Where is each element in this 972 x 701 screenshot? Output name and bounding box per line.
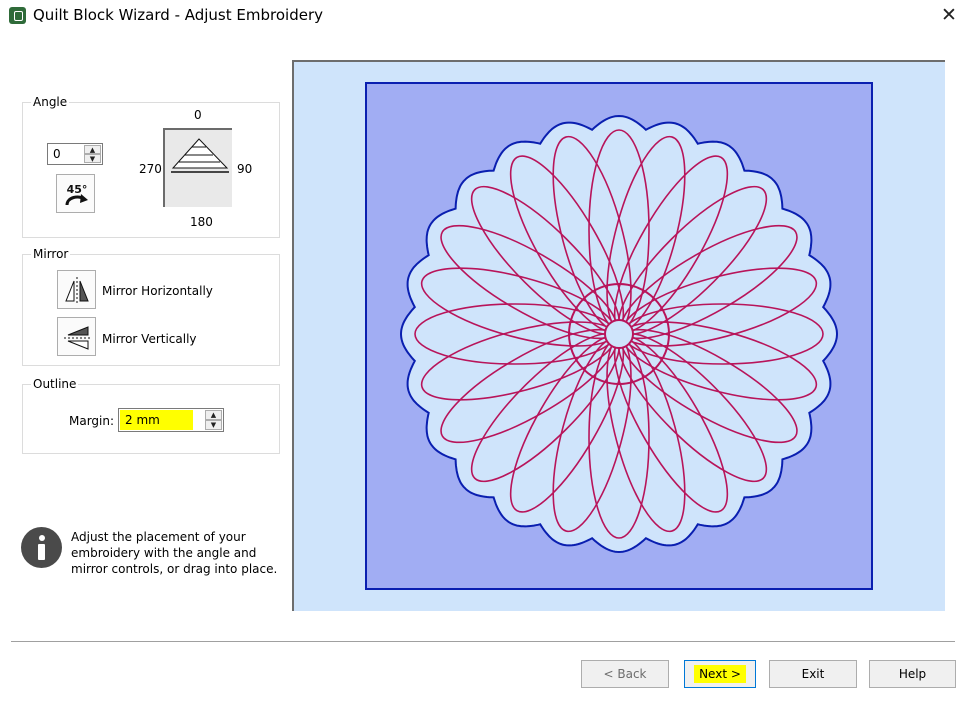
angle-preview-icon — [171, 138, 229, 173]
embroidery-preview[interactable] — [292, 60, 945, 611]
mirror-group-label: Mirror — [31, 247, 71, 261]
mirror-horizontal-button[interactable] — [57, 270, 96, 309]
title-bar: Quilt Block Wizard - Adjust Embroidery ✕ — [0, 0, 972, 32]
rotate-45-icon: 45° — [65, 183, 88, 206]
window-title: Quilt Block Wizard - Adjust Embroidery — [33, 6, 323, 24]
back-button[interactable]: < Back — [581, 660, 669, 688]
rotate-45-button[interactable]: 45° — [56, 174, 95, 213]
angle-up-button[interactable]: ▲ — [84, 145, 101, 154]
design-center — [604, 319, 634, 349]
next-button-label: Next > — [694, 665, 746, 683]
angle-dial[interactable] — [163, 128, 232, 207]
embroidery-canvas[interactable] — [294, 62, 945, 611]
angle-spinner[interactable]: 0 ▲ ▼ — [47, 143, 103, 165]
margin-down-button[interactable]: ▼ — [205, 420, 222, 430]
margin-spinner[interactable]: 2 mm ▲ ▼ — [118, 408, 224, 432]
angle-dial-top-label: 0 — [194, 108, 202, 122]
margin-label: Margin: — [69, 414, 115, 428]
info-icon — [21, 527, 62, 568]
mirror-horizontal-label[interactable]: Mirror Horizontally — [102, 284, 213, 298]
angle-dial-bottom-label: 180 — [190, 215, 213, 229]
angle-dial-left-label: 270 — [139, 162, 162, 176]
info-text: Adjust the placement of your embroidery … — [71, 530, 278, 576]
mirror-vertical-button[interactable] — [57, 317, 96, 356]
angle-down-button[interactable]: ▼ — [84, 154, 101, 163]
angle-dial-right-label: 90 — [237, 162, 253, 176]
margin-up-button[interactable]: ▲ — [205, 410, 222, 420]
mirror-vertical-icon — [64, 326, 91, 350]
angle-group-label: Angle — [31, 95, 70, 109]
rotate-45-text: 45° — [67, 183, 88, 196]
close-button[interactable]: ✕ — [931, 0, 967, 30]
mirror-horizontal-icon — [65, 277, 89, 304]
mirror-vertical-label[interactable]: Mirror Vertically — [102, 332, 197, 346]
help-button[interactable]: Help — [869, 660, 956, 688]
angle-value[interactable]: 0 — [53, 147, 61, 161]
exit-button[interactable]: Exit — [769, 660, 857, 688]
app-icon — [9, 7, 26, 24]
footer-separator — [11, 641, 955, 642]
outline-group-label: Outline — [31, 377, 79, 391]
next-button[interactable]: Next > — [684, 660, 756, 688]
margin-value[interactable]: 2 mm — [125, 413, 160, 427]
